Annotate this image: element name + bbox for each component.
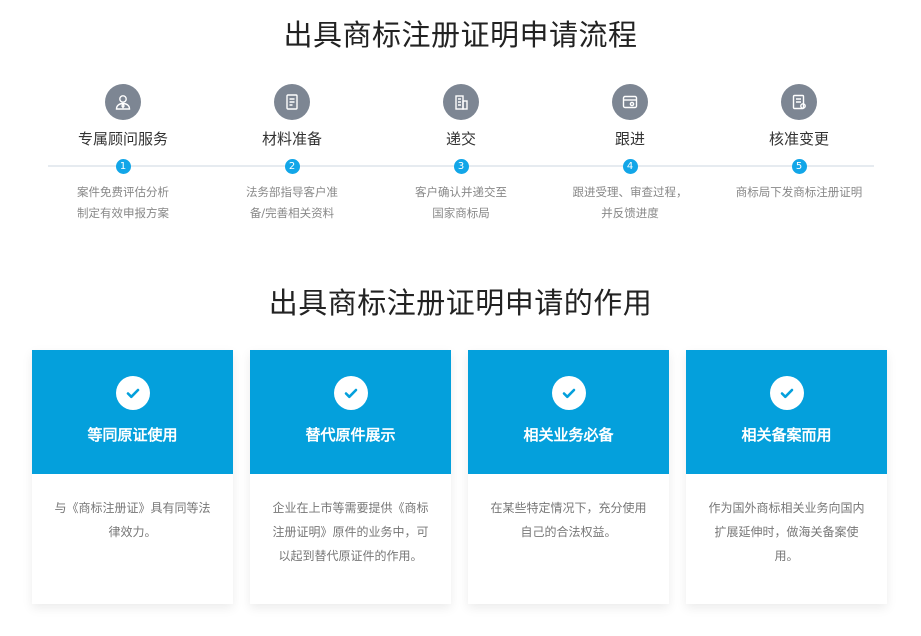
step-number: 4 (622, 159, 638, 174)
card-description: 作为国外商标相关业务向国内 扩展延伸时，做海关备案使 用。 (708, 501, 865, 563)
card-title: 替代原件展示 (305, 426, 396, 444)
step-2: 材料准备 2 法务部指导客户准 备/完善相关资料 (207, 84, 377, 224)
step-description: 法务部指导客户准 备/完善相关资料 (246, 185, 338, 220)
function-card-3: 相关业务必备 在某些特定情况下，充分使用 自己的合法权益。 (468, 350, 669, 604)
step-number: 1 (115, 159, 131, 174)
advisor-icon (105, 84, 141, 120)
card-description: 在某些特定情况下，充分使用 自己的合法权益。 (490, 501, 647, 539)
browser-window-icon (612, 84, 648, 120)
process-steps: 专属顾问服务 1 案件免费评估分析 制定有效申报方案 材料准备 2 法务部指导客… (38, 84, 884, 224)
step-number: 5 (791, 159, 807, 174)
document-icon (274, 84, 310, 120)
card-description: 企业在上市等需要提供《商标 注册证明》原件的业务中，可 以起到替代原证件的作用。 (272, 501, 429, 563)
card-header: 相关业务必备 (468, 350, 669, 474)
step-description: 案件免费评估分析 制定有效申报方案 (77, 185, 169, 220)
function-card-1: 等同原证使用 与《商标注册证》具有同等法 律效力。 (32, 350, 233, 604)
step-name: 材料准备 (261, 130, 322, 148)
step-5: 核准变更 5 商标局下发商标注册证明 (714, 84, 884, 203)
card-header: 等同原证使用 (32, 350, 233, 474)
check-icon (333, 376, 368, 410)
process-title: 出具商标注册证明申请流程 (283, 18, 638, 52)
check-icon (115, 376, 150, 410)
card-description: 与《商标注册证》具有同等法 律效力。 (54, 501, 211, 539)
step-name: 专属顾问服务 (77, 130, 168, 148)
function-card-2: 替代原件展示 企业在上市等需要提供《商标 注册证明》原件的业务中，可 以起到替代… (250, 350, 451, 604)
step-number: 2 (284, 159, 300, 174)
step-1: 专属顾问服务 1 案件免费评估分析 制定有效申报方案 (38, 84, 208, 224)
card-header: 相关备案而用 (686, 350, 887, 474)
step-name: 跟进 (614, 130, 645, 148)
step-3: 递交 3 客户确认并递交至 国家商标局 (376, 84, 546, 224)
step-name: 递交 (445, 130, 476, 148)
check-icon (551, 376, 586, 410)
certificate-icon (781, 84, 817, 120)
card-title: 相关备案而用 (741, 426, 832, 444)
function-title: 出具商标注册证明申请的作用 (268, 286, 653, 320)
check-icon (769, 376, 804, 410)
card-header: 替代原件展示 (250, 350, 451, 474)
step-name: 核准变更 (768, 130, 829, 148)
step-number: 3 (453, 159, 469, 174)
card-title: 相关业务必备 (523, 426, 614, 444)
step-description: 商标局下发商标注册证明 (735, 185, 863, 199)
step-description: 跟进受理、审查过程， 并反馈进度 (572, 185, 688, 220)
function-card-4: 相关备案而用 作为国外商标相关业务向国内 扩展延伸时，做海关备案使 用。 (686, 350, 887, 604)
step-description: 客户确认并递交至 国家商标局 (415, 185, 507, 220)
step-4: 跟进 4 跟进受理、审查过程， 并反馈进度 (545, 84, 715, 224)
building-icon (443, 84, 479, 120)
card-title: 等同原证使用 (87, 426, 178, 444)
